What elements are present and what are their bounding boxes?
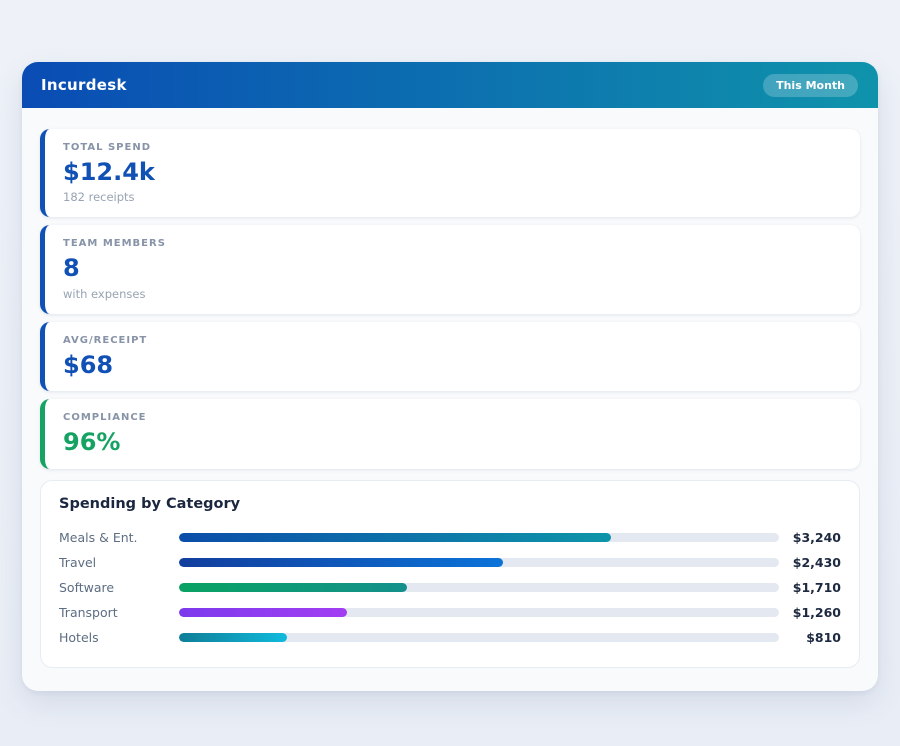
- stat-value: 8: [63, 255, 842, 281]
- chart-title: Spending by Category: [59, 496, 841, 512]
- category-label: Travel: [59, 555, 179, 570]
- period-badge[interactable]: This Month: [763, 74, 858, 97]
- category-label: Transport: [59, 605, 179, 620]
- stat-value: $68: [63, 352, 842, 378]
- incurdesk-panel: Incurdesk This Month TOTAL SPEND $12.4k …: [22, 62, 878, 691]
- stat-card-avg-receipt: AVG/RECEIPT $68: [40, 322, 860, 391]
- bar-track: [179, 608, 779, 617]
- stat-label: AVG/RECEIPT: [63, 335, 842, 346]
- category-value: $3,240: [779, 530, 841, 545]
- stat-label: COMPLIANCE: [63, 412, 842, 423]
- stat-subtext: with expenses: [63, 287, 842, 301]
- stat-card-compliance: COMPLIANCE 96%: [40, 399, 860, 468]
- chart-row-travel: Travel $2,430: [59, 550, 841, 575]
- chart-row-hotels: Hotels $810: [59, 625, 841, 650]
- panel-content: TOTAL SPEND $12.4k 182 receipts TEAM MEM…: [22, 108, 878, 691]
- stat-card-total-spend: TOTAL SPEND $12.4k 182 receipts: [40, 129, 860, 217]
- bar-fill-software: [179, 583, 407, 592]
- bar-fill-travel: [179, 558, 503, 567]
- category-value: $810: [779, 630, 841, 645]
- spending-by-category-card: Spending by Category Meals & Ent. $3,240…: [40, 480, 860, 668]
- bar-track: [179, 533, 779, 542]
- category-value: $2,430: [779, 555, 841, 570]
- stat-value: $12.4k: [63, 159, 842, 185]
- category-label: Hotels: [59, 630, 179, 645]
- category-value: $1,260: [779, 605, 841, 620]
- stat-label: TOTAL SPEND: [63, 142, 842, 153]
- stat-subtext: 182 receipts: [63, 190, 842, 204]
- bar-fill-transport: [179, 608, 347, 617]
- stat-card-team-members: TEAM MEMBERS 8 with expenses: [40, 225, 860, 313]
- chart-row-software: Software $1,710: [59, 575, 841, 600]
- bar-track: [179, 633, 779, 642]
- chart-row-meals: Meals & Ent. $3,240: [59, 525, 841, 550]
- app-header: Incurdesk This Month: [22, 62, 878, 108]
- stat-value: 96%: [63, 429, 842, 455]
- category-label: Software: [59, 580, 179, 595]
- bar-fill-hotels: [179, 633, 287, 642]
- bar-track: [179, 583, 779, 592]
- category-value: $1,710: [779, 580, 841, 595]
- chart-row-transport: Transport $1,260: [59, 600, 841, 625]
- stat-label: TEAM MEMBERS: [63, 238, 842, 249]
- bar-fill-meals: [179, 533, 611, 542]
- app-title: Incurdesk: [41, 76, 127, 94]
- bar-track: [179, 558, 779, 567]
- category-label: Meals & Ent.: [59, 530, 179, 545]
